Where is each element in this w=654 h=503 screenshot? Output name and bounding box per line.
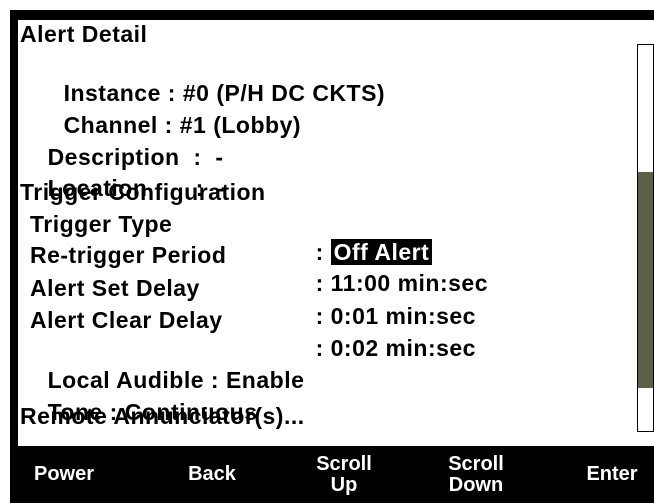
scroll-up-button[interactable]: Scroll Up [290,446,398,503]
display-screen: Alert Detail Instance : #0 (P/H DC CKTS)… [18,20,654,446]
tone-row[interactable]: Tone : Continuous [20,370,258,425]
alert-clear-delay-label: Alert Clear Delay [30,307,223,333]
alert-set-delay-row[interactable]: : 0:01 min:sec [288,274,476,329]
enter-button[interactable]: Enter [570,446,654,503]
scroll-up-button-line2: Up [330,473,358,496]
power-button-line1: Power [33,463,95,485]
description-row[interactable]: Description : - [20,115,224,170]
retrigger-period-label: Re-trigger Period [30,242,227,268]
screen-title: Alert Detail [20,21,148,47]
scroll-up-button-line1: Scroll [316,452,372,475]
channel-row[interactable]: Channel : #1 (Lobby) [36,83,301,138]
back-button[interactable]: Back [158,446,266,503]
local-audible-row[interactable]: Local Audible : Enable [20,338,304,393]
alert-clear-delay-value: 0:02 min:sec [330,335,476,361]
enter-button-label: Enter [586,464,637,485]
power-button[interactable]: Power [10,446,118,503]
alert-clear-delay-row[interactable]: : 0:02 min:sec [288,306,476,361]
power-button-label: Power [34,464,94,485]
alert-set-delay-label: Alert Set Delay [30,275,200,301]
scroll-down-button-label: Scroll Down [448,452,504,496]
location-row[interactable]: Location : - [20,146,226,201]
enter-button-line1: Enter [586,463,638,485]
back-button-line1: Back [188,463,236,485]
alert-clear-delay-separator: : [315,335,331,361]
trigger-configuration-heading: Trigger Configuration [20,179,266,205]
scrollbar[interactable] [637,44,654,432]
remote-annunciators-item[interactable]: Remote Annunciator(s)... [20,402,305,430]
trigger-type-label: Trigger Type [30,211,173,237]
softkey-bar: Power Back Scroll Up Scroll Down Enter [10,446,654,503]
scroll-down-button-line1: Scroll [448,452,504,475]
scrollbar-thumb[interactable] [638,172,653,388]
back-button-label: Back [188,464,236,485]
scroll-up-button-label: Scroll Up [316,452,372,496]
retrigger-period-row[interactable]: : 11:00 min:sec [288,241,488,296]
scroll-down-button-line2: Down [448,473,504,496]
instance-row[interactable]: Instance : #0 (P/H DC CKTS) [36,51,385,106]
scroll-down-button[interactable]: Scroll Down [422,446,530,503]
trigger-type-row[interactable]: : Off Alert [288,210,433,265]
